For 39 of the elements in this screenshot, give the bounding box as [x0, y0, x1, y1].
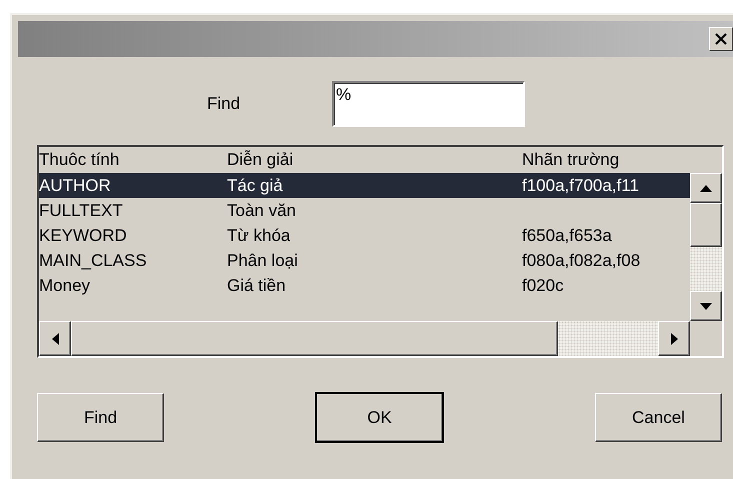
list-cell-text: Toàn văn: [227, 200, 296, 222]
list-cell-text: f100a,f700a,f11: [522, 175, 639, 197]
dialog-button[interactable]: Find: [37, 393, 164, 442]
list-cell-text: Giá tiền: [227, 275, 286, 297]
list-row[interactable]: KEYWORD Từ khóa f650a,f653a: [39, 223, 690, 248]
left-arrow-icon: [52, 332, 58, 344]
list-cell-text: MAIN_CLASS: [39, 250, 147, 272]
selected-row[interactable]: AUTHOR Tác giả f100a,f700a,f11: [39, 173, 690, 198]
list-cell-text: Money: [39, 275, 90, 297]
column-header[interactable]: Thuôc tính: [39, 147, 120, 173]
close-button[interactable]: [709, 27, 733, 51]
column-header[interactable]: Nhãn trường: [522, 147, 620, 173]
default-button[interactable]: OK: [316, 393, 443, 442]
scroll-down-button[interactable]: [690, 291, 722, 321]
up-arrow-icon: [700, 184, 712, 192]
list-cell-text: AUTHOR: [39, 175, 111, 197]
right-arrow-icon: [670, 332, 678, 344]
column-header[interactable]: Diễn giải: [227, 147, 294, 173]
list-cell-text: Phân loại: [227, 250, 298, 272]
list-cell-text: f020c: [522, 275, 564, 297]
dialog-button[interactable]: Cancel: [595, 393, 722, 442]
list-row[interactable]: MAIN_CLASS Phân loại f080a,f082a,f08: [39, 248, 690, 273]
scroll-thumb[interactable]: [690, 203, 722, 247]
list-row[interactable]: FULLTEXT Toàn văn: [39, 198, 690, 223]
list-cell-text: Từ khóa: [227, 225, 290, 247]
list-cell-text: f650a,f653a: [522, 225, 612, 247]
list-row[interactable]: Money Giá tiền f020c: [39, 273, 690, 298]
list-cell-text: FULLTEXT: [39, 200, 123, 222]
close-icon: [714, 33, 728, 45]
scroll-thumb[interactable]: [71, 321, 558, 356]
scroll-right-button[interactable]: [658, 321, 690, 356]
find-field[interactable]: %: [332, 81, 525, 127]
scroll-up-button[interactable]: [690, 173, 722, 203]
scroll-left-button[interactable]: [39, 321, 71, 356]
list-cell-text: f080a,f082a,f08: [522, 250, 640, 272]
down-arrow-icon: [700, 302, 712, 310]
list-cell-text: Tác giả: [227, 175, 283, 197]
find-label: Find: [207, 93, 242, 116]
list-cell-text: KEYWORD: [39, 225, 127, 247]
